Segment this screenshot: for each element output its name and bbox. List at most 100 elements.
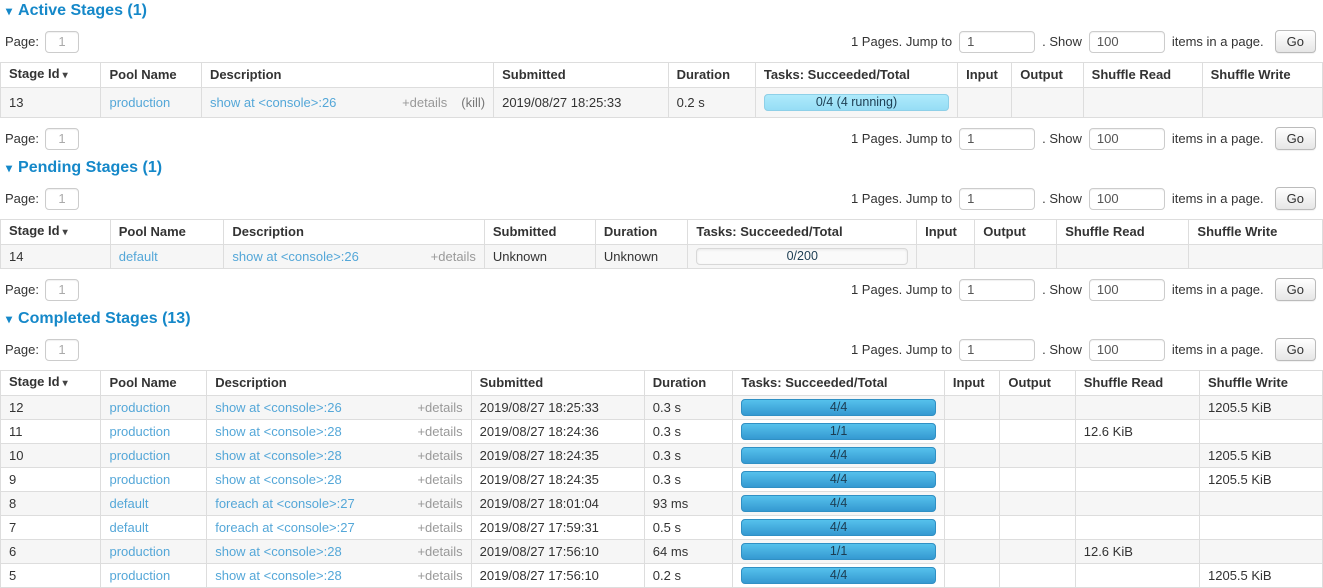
- col-header-output[interactable]: Output: [975, 220, 1057, 245]
- section-heading-active[interactable]: ▾Active Stages (1): [2, 2, 1323, 20]
- show-items-input[interactable]: [1089, 339, 1165, 361]
- task-progress-label: 4/4: [742, 520, 935, 535]
- cell-output: [975, 245, 1057, 269]
- pool-name-link[interactable]: default: [109, 520, 148, 535]
- col-header-stage-id[interactable]: Stage Id▾: [1, 220, 111, 245]
- pool-name-link[interactable]: production: [109, 424, 170, 439]
- details-toggle[interactable]: +details: [431, 249, 476, 265]
- details-toggle[interactable]: +details: [417, 448, 462, 464]
- description-link[interactable]: show at <console>:28: [215, 424, 341, 440]
- col-header-shuffle-write[interactable]: Shuffle Write: [1200, 371, 1323, 396]
- description-link[interactable]: show at <console>:28: [215, 568, 341, 584]
- description-link[interactable]: show at <console>:26: [215, 400, 341, 416]
- go-button[interactable]: Go: [1275, 338, 1316, 361]
- col-header-tasks-succeeded-total[interactable]: Tasks: Succeeded/Total: [755, 63, 957, 88]
- details-toggle[interactable]: +details: [417, 400, 462, 416]
- page-input[interactable]: [45, 31, 79, 53]
- col-header-pool-name[interactable]: Pool Name: [101, 371, 207, 396]
- show-items-input[interactable]: [1089, 188, 1165, 210]
- cell-stage-id: 11: [1, 420, 101, 444]
- show-items-input[interactable]: [1089, 128, 1165, 150]
- col-header-description[interactable]: Description: [201, 63, 493, 88]
- page-input[interactable]: [45, 128, 79, 150]
- col-header-description[interactable]: Description: [207, 371, 471, 396]
- pagination-right: 1 Pages. Jump to . Show items in a page.…: [851, 338, 1316, 361]
- go-button[interactable]: Go: [1275, 278, 1316, 301]
- pool-name-link[interactable]: production: [109, 568, 170, 583]
- description-link[interactable]: foreach at <console>:27: [215, 496, 355, 512]
- details-toggle[interactable]: +details: [417, 544, 462, 560]
- task-progress-label: 4/4: [742, 448, 935, 463]
- details-toggle[interactable]: +details: [417, 520, 462, 536]
- section-heading-pending[interactable]: ▾Pending Stages (1): [2, 159, 1323, 177]
- cell-shuffle-write: [1200, 516, 1323, 540]
- pool-name-link[interactable]: production: [109, 400, 170, 415]
- col-header-shuffle-read[interactable]: Shuffle Read: [1083, 63, 1202, 88]
- description-link[interactable]: show at <console>:28: [215, 472, 341, 488]
- page-input[interactable]: [45, 279, 79, 301]
- description-link[interactable]: show at <console>:28: [215, 448, 341, 464]
- col-header-output[interactable]: Output: [1000, 371, 1075, 396]
- items-label: items in a page.: [1172, 131, 1264, 146]
- jump-to-input[interactable]: [959, 31, 1035, 53]
- details-toggle[interactable]: +details: [417, 568, 462, 584]
- page-input[interactable]: [45, 339, 79, 361]
- table-row: 7 default foreach at <console>:27 +detai…: [1, 516, 1323, 540]
- section-heading-completed[interactable]: ▾Completed Stages (13): [2, 310, 1323, 328]
- col-header-description[interactable]: Description: [224, 220, 484, 245]
- col-header-stage-id[interactable]: Stage Id▾: [1, 63, 101, 88]
- col-header-shuffle-read[interactable]: Shuffle Read: [1075, 371, 1199, 396]
- task-progress-bar: 4/4: [741, 519, 936, 536]
- details-toggle[interactable]: +details: [402, 95, 447, 111]
- col-header-submitted[interactable]: Submitted: [471, 371, 644, 396]
- show-items-input[interactable]: [1089, 279, 1165, 301]
- col-header-shuffle-write[interactable]: Shuffle Write: [1202, 63, 1322, 88]
- pool-name-link[interactable]: default: [119, 249, 158, 264]
- col-header-tasks-succeeded-total[interactable]: Tasks: Succeeded/Total: [733, 371, 945, 396]
- pool-name-link[interactable]: production: [109, 448, 170, 463]
- col-header-input[interactable]: Input: [917, 220, 975, 245]
- go-button[interactable]: Go: [1275, 127, 1316, 150]
- page-input[interactable]: [45, 188, 79, 210]
- col-header-input[interactable]: Input: [944, 371, 1000, 396]
- cell-output: [1000, 444, 1075, 468]
- pool-name-link[interactable]: production: [109, 95, 170, 110]
- jump-to-input[interactable]: [959, 128, 1035, 150]
- description-link[interactable]: show at <console>:26: [232, 249, 358, 265]
- description-link[interactable]: show at <console>:26: [210, 95, 336, 111]
- show-items-input[interactable]: [1089, 31, 1165, 53]
- col-header-duration[interactable]: Duration: [668, 63, 755, 88]
- go-button[interactable]: Go: [1275, 30, 1316, 53]
- description-link[interactable]: show at <console>:28: [215, 544, 341, 560]
- col-header-duration[interactable]: Duration: [644, 371, 733, 396]
- jump-to-input[interactable]: [959, 279, 1035, 301]
- pool-name-link[interactable]: production: [109, 472, 170, 487]
- details-toggle[interactable]: +details: [417, 496, 462, 512]
- col-header-output[interactable]: Output: [1012, 63, 1083, 88]
- col-header-pool-name[interactable]: Pool Name: [110, 220, 224, 245]
- col-header-submitted[interactable]: Submitted: [484, 220, 595, 245]
- col-header-tasks-succeeded-total[interactable]: Tasks: Succeeded/Total: [688, 220, 917, 245]
- cell-output: [1012, 88, 1083, 118]
- details-toggle[interactable]: +details: [417, 424, 462, 440]
- col-header-shuffle-read[interactable]: Shuffle Read: [1057, 220, 1189, 245]
- col-header-duration[interactable]: Duration: [595, 220, 688, 245]
- col-header-pool-name[interactable]: Pool Name: [101, 63, 201, 88]
- col-header-stage-id[interactable]: Stage Id▾: [1, 371, 101, 396]
- jump-to-input[interactable]: [959, 339, 1035, 361]
- kill-link[interactable]: (kill): [461, 95, 485, 111]
- jump-to-input[interactable]: [959, 188, 1035, 210]
- cell-duration: 0.2 s: [644, 564, 733, 588]
- col-header-submitted[interactable]: Submitted: [494, 63, 669, 88]
- go-button[interactable]: Go: [1275, 187, 1316, 210]
- pagination-right: 1 Pages. Jump to . Show items in a page.…: [851, 278, 1316, 301]
- section-pending: ▾Pending Stages (1) Page: 1 Pages. Jump …: [0, 159, 1323, 301]
- pool-name-link[interactable]: production: [109, 544, 170, 559]
- col-header-shuffle-write[interactable]: Shuffle Write: [1189, 220, 1323, 245]
- cell-shuffle-read: [1075, 564, 1199, 588]
- details-toggle[interactable]: +details: [417, 472, 462, 488]
- cell-shuffle-read: [1057, 245, 1189, 269]
- description-link[interactable]: foreach at <console>:27: [215, 520, 355, 536]
- col-header-input[interactable]: Input: [958, 63, 1012, 88]
- pool-name-link[interactable]: default: [109, 496, 148, 511]
